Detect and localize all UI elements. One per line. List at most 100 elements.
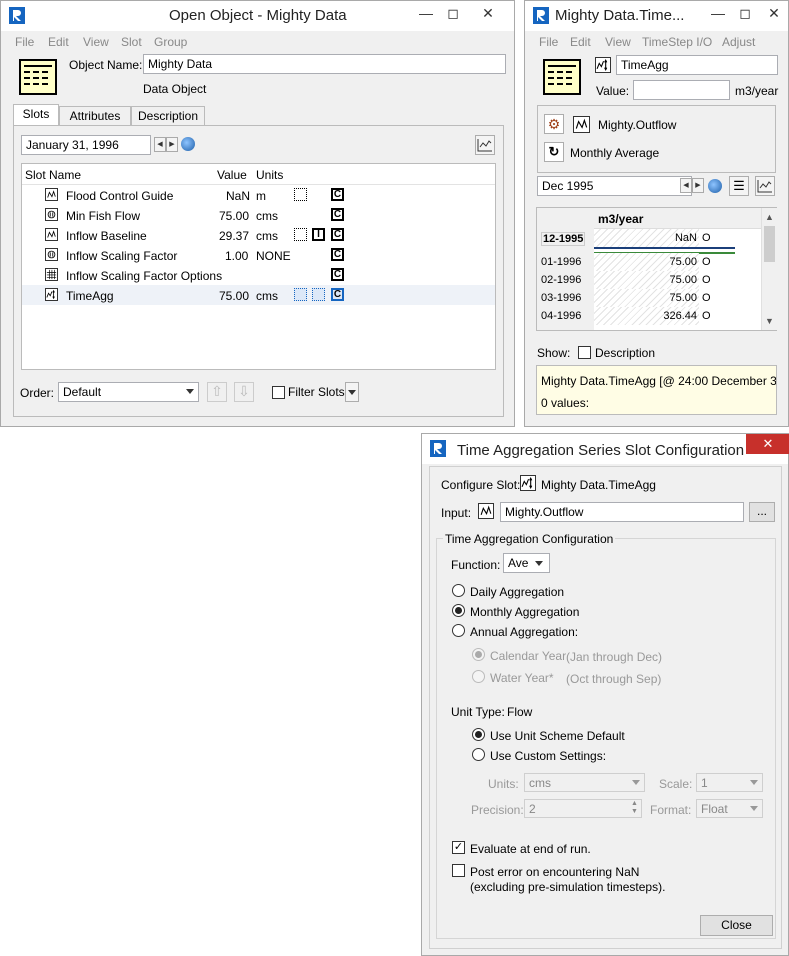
water-year-radio[interactable] [472, 670, 485, 683]
column-header-value[interactable]: Value [217, 168, 247, 182]
table-row[interactable]: 03-1996 75.00 O [537, 289, 761, 307]
units-select[interactable]: cms [524, 773, 645, 792]
tab-slots[interactable]: Slots [13, 104, 59, 126]
annual-aggregation-label: Annual Aggregation: [470, 625, 579, 639]
menu-adjust[interactable]: Adjust [722, 35, 755, 49]
scrollbar-thumb[interactable] [764, 226, 775, 262]
title-bar[interactable]: Open Object - Mighty Data — ◻ ✕ [1, 1, 514, 31]
use-custom-settings-radio[interactable] [472, 748, 485, 761]
table-row[interactable]: 12-1995 NaN O [537, 229, 761, 247]
spinner-arrows-icon[interactable]: ▲ ▼ [631, 800, 638, 816]
tab-description[interactable]: Description [131, 106, 205, 125]
next-date-button[interactable]: ▶ [692, 178, 704, 193]
column-header-slot-name[interactable]: Slot Name [25, 168, 81, 182]
minimize-button[interactable]: — [703, 1, 733, 27]
units-label: Units: [488, 777, 519, 791]
series-slot-icon [45, 188, 58, 201]
post-error-label: Post error on encountering NaN [470, 865, 640, 879]
move-down-button[interactable]: ⇩ [234, 382, 254, 402]
window-title: Open Object - Mighty Data [169, 7, 347, 24]
browse-button[interactable]: ... [749, 502, 775, 522]
slot-units: m [256, 189, 266, 203]
dotted-flag-icon [294, 288, 307, 301]
daily-aggregation-radio[interactable] [452, 584, 465, 597]
slot-name-field[interactable]: TimeAgg [616, 55, 778, 75]
vertical-scrollbar[interactable]: ▲ ▼ [761, 208, 777, 330]
menu-group[interactable]: Group [154, 35, 187, 49]
menu-file[interactable]: File [15, 35, 34, 49]
chevron-down-icon[interactable]: ▼ [765, 316, 774, 326]
water-year-label: Water Year* [490, 671, 554, 685]
object-type-label: Data Object [143, 82, 207, 96]
post-error-checkbox[interactable] [452, 864, 465, 877]
close-button[interactable]: ✕ [473, 1, 503, 27]
dotted-flag-icon [294, 228, 307, 241]
table-row[interactable]: Flood Control Guide NaN m C [22, 185, 495, 205]
evaluate-at-end-checkbox[interactable]: ✓ [452, 841, 465, 854]
table-row[interactable]: 01-1996 75.00 O [537, 253, 761, 271]
menu-file[interactable]: File [539, 35, 558, 49]
table-slot-icon [45, 268, 58, 281]
use-unit-scheme-default-label: Use Unit Scheme Default [490, 729, 625, 743]
menu-edit[interactable]: Edit [48, 35, 69, 49]
prev-date-button[interactable]: ◀ [680, 178, 692, 193]
title-bar[interactable]: Time Aggregation Series Slot Configurati… [422, 434, 789, 464]
minimize-button[interactable]: — [411, 1, 441, 27]
date-field[interactable]: January 31, 1996 [21, 135, 151, 155]
date-field[interactable]: Dec 1995 [537, 176, 692, 196]
series-slot-icon [573, 116, 590, 133]
close-button[interactable]: ✕ [746, 434, 789, 454]
menu-view[interactable]: View [605, 35, 631, 49]
refresh-icon: ↻ [548, 144, 560, 159]
globe-icon[interactable] [181, 137, 195, 151]
use-unit-scheme-default-radio[interactable] [472, 728, 485, 741]
refresh-button[interactable]: ↻ [544, 142, 564, 162]
menu-view[interactable]: View [83, 35, 109, 49]
plot-button[interactable] [475, 135, 495, 155]
filter-dropdown-button[interactable] [345, 382, 359, 402]
order-select[interactable]: Default [58, 382, 199, 402]
prev-date-button[interactable]: ◀ [154, 137, 166, 152]
table-row[interactable]: Inflow Baseline 29.37 cms I C [22, 225, 495, 245]
table-row[interactable]: Min Fish Flow 75.00 cms C [22, 205, 495, 225]
tab-attributes[interactable]: Attributes [59, 106, 131, 125]
close-dialog-button[interactable]: Close [700, 915, 773, 936]
close-button[interactable]: ✕ [759, 1, 789, 27]
chevron-up-icon[interactable]: ▲ [765, 212, 774, 222]
table-row[interactable]: 04-1996 326.44 O [537, 307, 761, 325]
table-row-selected[interactable]: TimeAgg 75.00 cms C [22, 285, 495, 305]
calendar-year-radio[interactable] [472, 648, 485, 661]
menu-bar: File Edit View Slot Group [1, 32, 514, 52]
slot-name: Flood Control Guide [66, 189, 174, 203]
menu-edit[interactable]: Edit [570, 35, 591, 49]
computed-badge: C [331, 288, 344, 301]
menu-slot[interactable]: Slot [121, 35, 142, 49]
maximize-button[interactable]: ◻ [730, 1, 760, 27]
table-row[interactable]: Inflow Scaling Factor 1.00 NONE C [22, 245, 495, 265]
title-bar[interactable]: Mighty Data.Time... — ◻ ✕ [525, 1, 788, 31]
input-label: Input: [441, 506, 472, 520]
menu-timestep-io[interactable]: TimeStep I/O [642, 35, 712, 49]
object-name-field[interactable]: Mighty Data [143, 54, 506, 74]
precision-spinner[interactable]: 2 [524, 799, 642, 818]
move-up-button[interactable]: ⇧ [207, 382, 227, 402]
slot-config-dialog: Time Aggregation Series Slot Configurati… [421, 433, 789, 956]
column-header-units[interactable]: Units [256, 168, 283, 182]
slot-name: Min Fish Flow [66, 209, 141, 223]
annual-aggregation-radio[interactable] [452, 624, 465, 637]
description-checkbox[interactable] [578, 346, 591, 359]
value-field[interactable] [633, 80, 730, 100]
list-view-button[interactable]: ☰ [729, 176, 749, 196]
maximize-button[interactable]: ◻ [438, 1, 468, 27]
next-date-button[interactable]: ▶ [166, 137, 178, 152]
filter-slots-checkbox[interactable] [272, 386, 285, 399]
monthly-aggregation-radio[interactable] [452, 604, 465, 617]
gear-button[interactable]: ⚙ [544, 114, 564, 134]
input-field[interactable]: Mighty.Outflow [500, 502, 744, 522]
table-row[interactable]: 02-1996 75.00 O [537, 271, 761, 289]
globe-icon[interactable] [708, 179, 722, 193]
plot-button[interactable] [755, 176, 775, 196]
row-flag: O [702, 292, 711, 304]
table-row[interactable]: Inflow Scaling Factor Options C [22, 265, 495, 285]
filter-slots-label: Filter Slots [288, 385, 345, 399]
